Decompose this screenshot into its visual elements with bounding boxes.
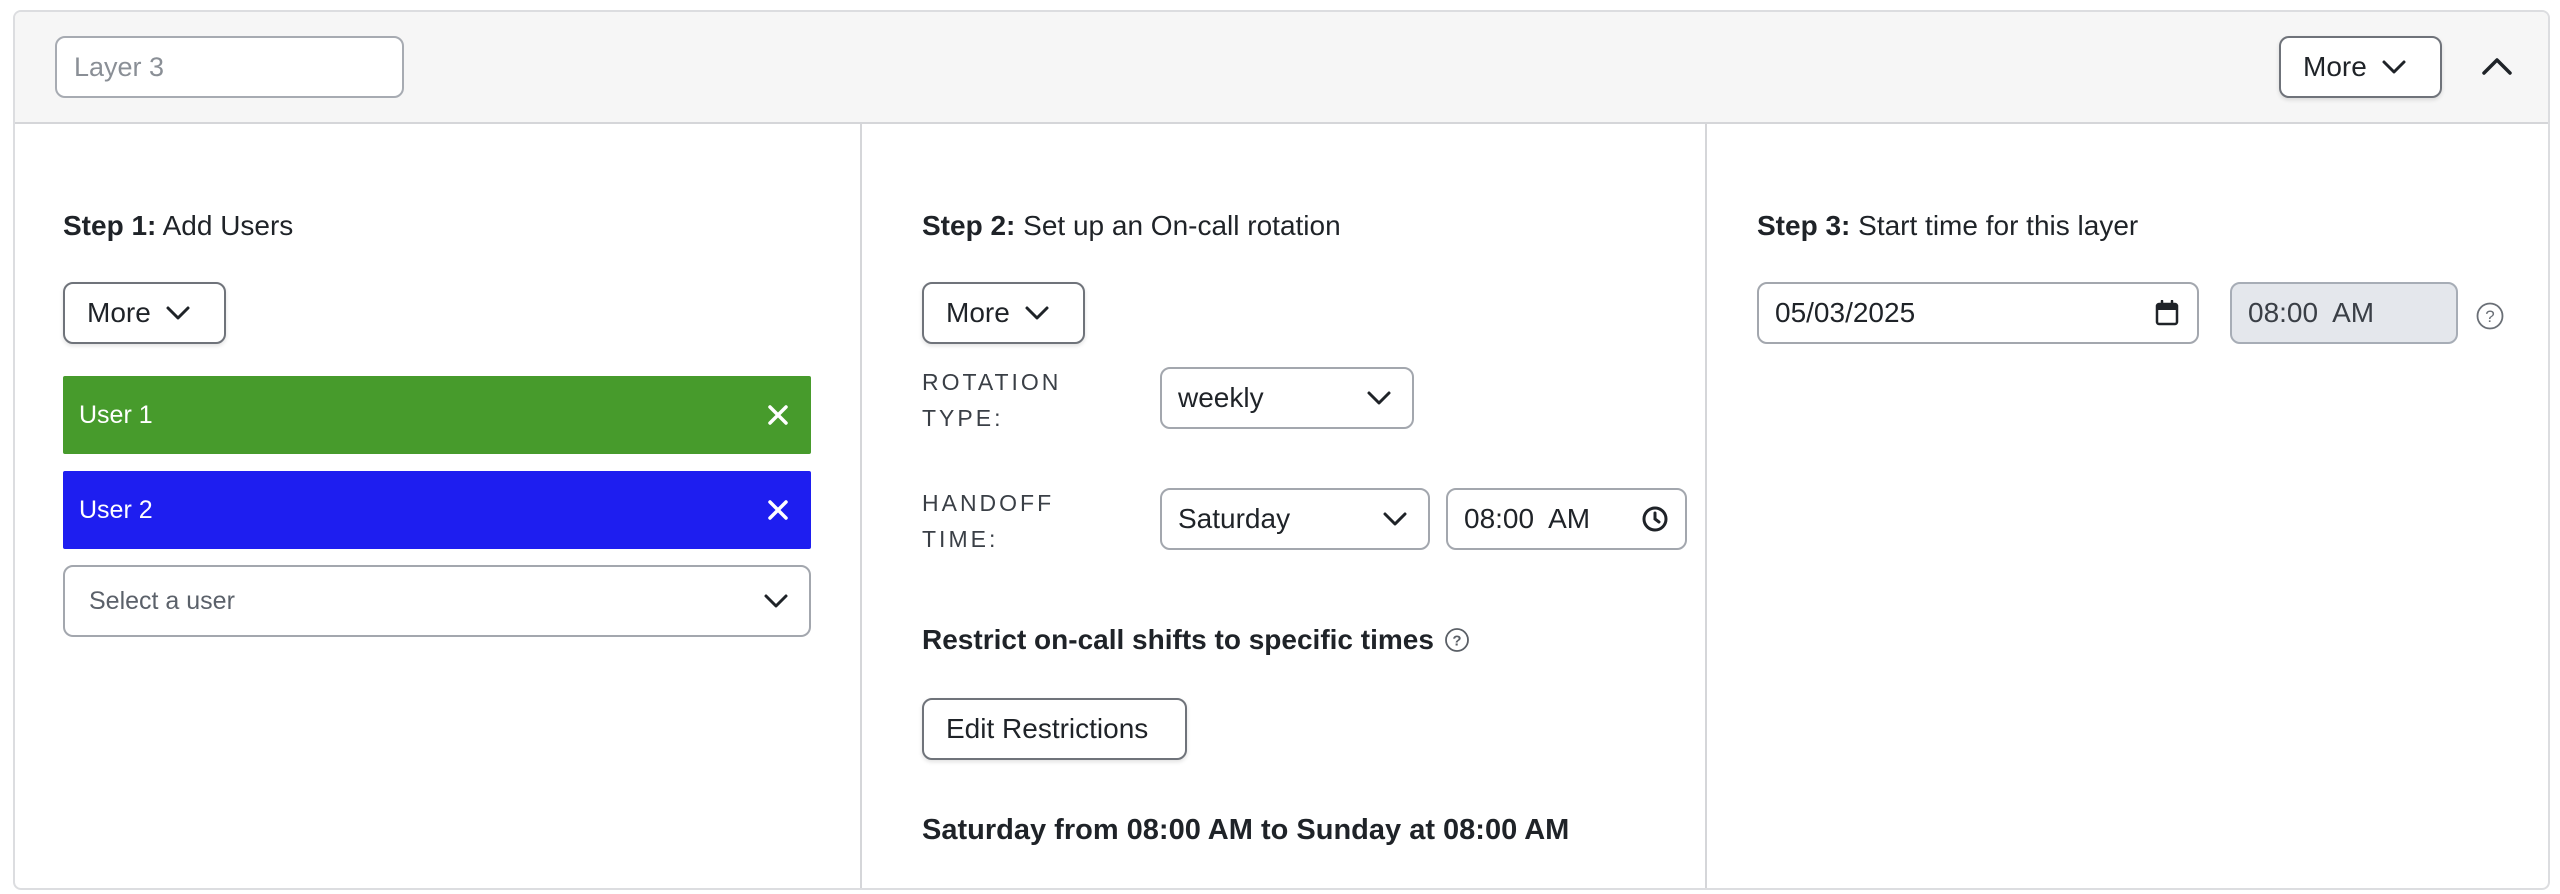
calendar-icon[interactable] xyxy=(2155,300,2179,326)
rotation-type-value: weekly xyxy=(1178,382,1264,413)
edit-restrictions-button[interactable]: Edit Restrictions xyxy=(922,698,1187,760)
handoff-time-label: HANDOFF TIME: xyxy=(922,490,1055,552)
step2-more-label: More xyxy=(946,297,1010,328)
rotation-summary: Saturday from 08:00 AM to Sunday at 08:0… xyxy=(922,814,1570,846)
chevron-down-icon xyxy=(764,594,788,608)
step2-more-button[interactable]: More xyxy=(922,282,1085,344)
remove-user-button[interactable] xyxy=(763,400,793,430)
step2-title: Step 2: Set up an On-call rotation xyxy=(922,210,1341,241)
user-chip-label: User 1 xyxy=(79,400,153,429)
edit-restrictions-label: Edit Restrictions xyxy=(946,713,1149,744)
restrict-shifts-label: Restrict on-call shifts to specific time… xyxy=(922,624,1434,655)
step1-more-button[interactable]: More xyxy=(63,282,226,344)
layer-header: More xyxy=(15,12,2548,124)
user-chip: User 1 xyxy=(63,376,811,454)
handoff-time-input[interactable]: 08:00 AM xyxy=(1446,488,1687,550)
handoff-time-value: 08:00 AM xyxy=(1464,503,1591,534)
close-icon xyxy=(768,500,788,520)
chevron-down-icon xyxy=(1383,512,1407,526)
remove-user-button[interactable] xyxy=(763,495,793,525)
help-icon[interactable]: ? xyxy=(1444,627,1470,653)
select-user-dropdown[interactable]: Select a user xyxy=(63,565,811,637)
step1-more-label: More xyxy=(87,297,151,328)
chevron-down-icon xyxy=(1367,391,1391,405)
step3-column: Step 3: Start time for this layer 05/03/… xyxy=(1709,124,2548,888)
start-time-value: 08:00 AM xyxy=(2248,297,2375,328)
clock-icon xyxy=(1642,506,1668,532)
restrict-shifts-heading: Restrict on-call shifts to specific time… xyxy=(922,624,1470,656)
layer-panel: More Step 1: Add Users More User 1 User … xyxy=(13,10,2550,890)
svg-text:?: ? xyxy=(2485,307,2494,326)
close-icon xyxy=(768,405,788,425)
rotation-type-select[interactable]: weekly xyxy=(1160,367,1414,429)
chevron-down-icon xyxy=(166,306,190,320)
layer-name-input[interactable] xyxy=(55,36,404,98)
select-user-placeholder: Select a user xyxy=(89,586,235,615)
start-time-input: 08:00 AM xyxy=(2230,282,2458,344)
collapse-layer-button[interactable] xyxy=(2477,46,2517,86)
handoff-day-select[interactable]: Saturday xyxy=(1160,488,1430,550)
chevron-down-icon xyxy=(1025,306,1049,320)
user-chip-label: User 2 xyxy=(79,495,153,524)
help-icon[interactable]: ? xyxy=(2475,301,2505,331)
header-more-button[interactable]: More xyxy=(2279,36,2442,98)
header-more-label: More xyxy=(2303,51,2367,82)
rotation-type-label: ROTATION TYPE: xyxy=(922,369,1062,431)
step1-title: Step 1: Add Users xyxy=(63,210,294,241)
chevron-down-icon xyxy=(2382,60,2406,74)
chevron-up-icon xyxy=(2482,58,2512,75)
start-date-value: 05/03/2025 xyxy=(1775,297,1916,328)
step1-column: Step 1: Add Users More User 1 User 2 Sel… xyxy=(15,124,862,888)
step2-column: Step 2: Set up an On-call rotation More … xyxy=(864,124,1707,888)
start-date-input[interactable]: 05/03/2025 xyxy=(1757,282,2199,344)
svg-text:?: ? xyxy=(1452,633,1461,650)
step3-title: Step 3: Start time for this layer xyxy=(1757,210,2139,241)
handoff-day-value: Saturday xyxy=(1178,503,1291,534)
user-chip: User 2 xyxy=(63,471,811,549)
